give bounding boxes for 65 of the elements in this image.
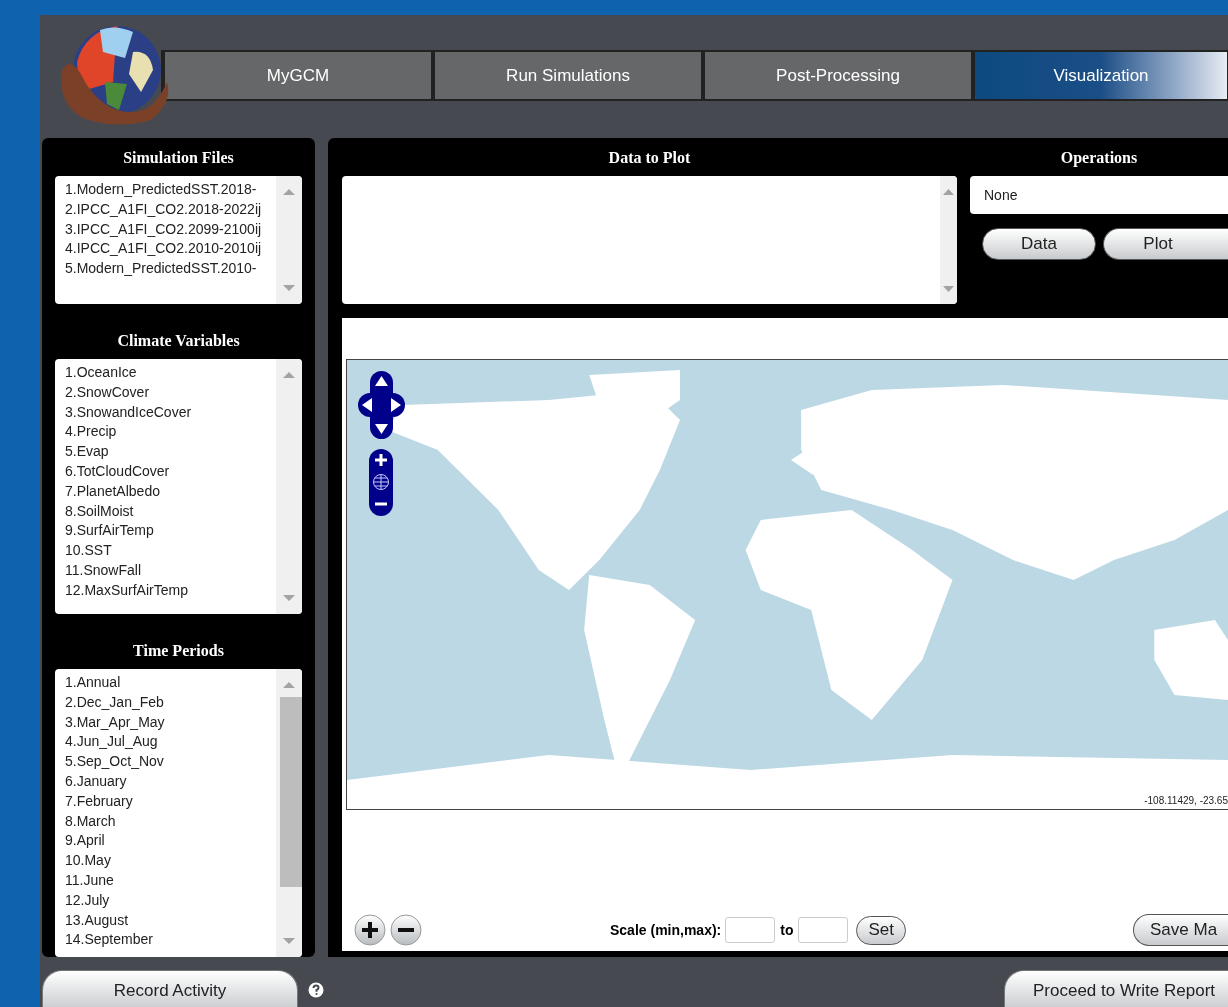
list-item[interactable]: 11.SnowFall bbox=[65, 560, 276, 581]
nav-tab[interactable]: Post-Processing bbox=[705, 52, 971, 99]
list-item[interactable]: 1.OceanIce bbox=[65, 363, 276, 383]
list-item[interactable]: 13.August bbox=[65, 910, 276, 931]
set-button[interactable]: Set bbox=[856, 915, 906, 945]
plot-button[interactable]: Plot bbox=[1103, 228, 1228, 260]
list-item[interactable]: 6.TotCloudCover bbox=[65, 462, 276, 482]
section-title: Time Periods bbox=[132, 641, 225, 661]
zoom-out-icon[interactable] bbox=[390, 914, 422, 946]
list-item[interactable]: 4.IPCC_A1FI_CO2.2010-2010ij bbox=[65, 239, 276, 260]
scale-label: Scale (min,max): bbox=[610, 920, 722, 940]
list-item[interactable]: 1.Modern_PredictedSST.2018- bbox=[65, 180, 276, 200]
list-item[interactable]: 5.Modern_PredictedSST.2010- bbox=[65, 259, 276, 279]
list-item[interactable]: 12.MaxSurfAirTemp bbox=[65, 580, 276, 601]
pan-control-icon[interactable] bbox=[358, 371, 405, 439]
list-item[interactable]: 2.Dec_Jan_Feb bbox=[65, 692, 276, 713]
help-icon[interactable] bbox=[308, 982, 324, 998]
scrollbar[interactable] bbox=[276, 669, 302, 957]
list-item[interactable]: 4.Precip bbox=[65, 422, 276, 443]
list-item[interactable]: 4.Jun_Jul_Aug bbox=[65, 732, 276, 753]
save-map-button[interactable]: Save Ma bbox=[1133, 914, 1228, 946]
list-item[interactable]: 9.SurfAirTemp bbox=[65, 521, 276, 542]
list-item[interactable]: 5.Sep_Oct_Nov bbox=[65, 752, 276, 772]
scale-min-field[interactable] bbox=[725, 917, 776, 943]
zoom-control-icon[interactable] bbox=[369, 449, 393, 516]
scrollbar[interactable] bbox=[276, 176, 302, 304]
list-item[interactable]: 8.SoilMoist bbox=[65, 501, 276, 522]
list-item[interactable]: 8.March bbox=[65, 811, 276, 832]
list-item[interactable]: 9.April bbox=[65, 831, 276, 852]
nav-tab[interactable]: Run Simulations bbox=[435, 52, 701, 99]
section-title: Data to Plot bbox=[607, 148, 692, 168]
data-list[interactable] bbox=[342, 176, 957, 304]
nav-tab[interactable]: Visualization bbox=[975, 52, 1227, 99]
list-item[interactable]: 10.May bbox=[65, 851, 276, 871]
coordinates-text: -108.11429, -23.65 bbox=[1144, 794, 1228, 808]
list-item[interactable]: 2.IPCC_A1FI_CO2.2018-2022ij bbox=[65, 199, 276, 220]
scale-max-field[interactable] bbox=[798, 917, 849, 943]
list-item[interactable]: 3.Mar_Apr_May bbox=[65, 712, 276, 733]
list-item[interactable]: 14.September bbox=[65, 930, 276, 951]
list-item[interactable]: 1.Annual bbox=[65, 673, 276, 693]
section-title: Simulation Files bbox=[122, 148, 235, 168]
list-item[interactable]: 10.SST bbox=[65, 541, 276, 561]
record-activity-button[interactable]: Record Activity bbox=[42, 970, 298, 1007]
simulation-files-list[interactable]: 1.Modern_PredictedSST.2018- 2.IPCC_A1FI_CO2.2018-2022ij 3.IPCC_A1FI_CO2.2099-2100ij 4.IPCC_A1FI_CO2.2010-2010ij 5.Modern_PredictedSST.2010- bbox=[55, 176, 302, 304]
list-item[interactable]: 7.PlanetAlbedo bbox=[65, 481, 276, 502]
scrollbar[interactable] bbox=[940, 176, 957, 304]
climate-variables-list[interactable]: 1.OceanIce 2.SnowCover 3.SnowandIceCover 4.Precip 5.Evap 6.TotCloudCover 7.PlanetAlbedo 8.SoilMoist 9.SurfAirTemp 10.SST 11.SnowFall 12.MaxSurfAirTemp bbox=[55, 359, 302, 614]
list-item[interactable]: 7.February bbox=[65, 791, 276, 812]
operation-select[interactable]: None bbox=[970, 176, 1228, 214]
list-item[interactable]: 3.IPCC_A1FI_CO2.2099-2100ij bbox=[65, 219, 276, 240]
list-item[interactable]: 11.June bbox=[65, 870, 276, 891]
section-title: Climate Variables bbox=[116, 331, 241, 351]
list-item[interactable]: 5.Evap bbox=[65, 442, 276, 462]
list-item[interactable]: 12.July bbox=[65, 890, 276, 911]
data-button[interactable]: Data bbox=[982, 228, 1096, 260]
list-item[interactable]: 6.January bbox=[65, 772, 276, 792]
list-item[interactable]: 3.SnowandIceCover bbox=[65, 402, 276, 423]
nav-tab[interactable]: MyGCM bbox=[165, 52, 431, 99]
scrollbar[interactable] bbox=[276, 359, 302, 614]
to-label: to bbox=[780, 920, 794, 940]
proceed-button[interactable]: Proceed to Write Report bbox=[1004, 970, 1228, 1007]
zoom-in-icon[interactable] bbox=[354, 914, 386, 946]
section-title: Operations bbox=[1059, 148, 1139, 168]
time-periods-list[interactable]: 1.Annual 2.Dec_Jan_Feb 3.Mar_Apr_May 4.Jun_Jul_Aug 5.Sep_Oct_Nov 6.January 7.February 8.March 9.April 10.May 11.June 12.July 13.August 14.September bbox=[55, 669, 302, 957]
list-item[interactable]: 2.SnowCover bbox=[65, 382, 276, 403]
